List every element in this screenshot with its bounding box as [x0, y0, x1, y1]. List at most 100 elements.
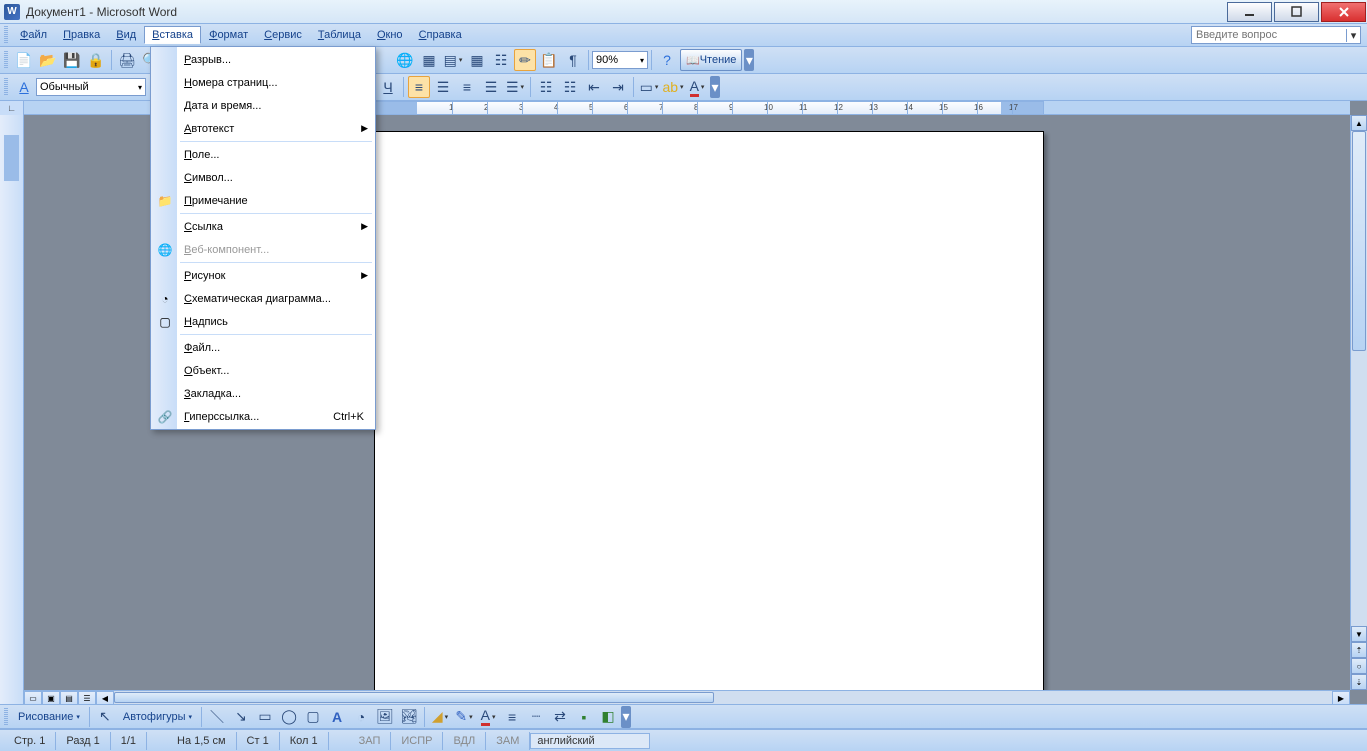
browse-object-icon[interactable]: ○ — [1351, 658, 1367, 674]
style-combo[interactable]: Обычный▾ — [36, 78, 146, 96]
rectangle-button[interactable]: ▭ — [254, 706, 276, 728]
toolbar-options-button[interactable]: ▾ — [744, 49, 754, 71]
insert-table-button[interactable]: ▤ — [442, 49, 464, 71]
maximize-button[interactable] — [1274, 2, 1319, 22]
minimize-button[interactable] — [1227, 2, 1272, 22]
menu-таблица[interactable]: Таблица — [310, 26, 369, 44]
menu-item-0[interactable]: Разрыв... — [152, 48, 374, 71]
line-color-button[interactable]: ✎ — [453, 706, 475, 728]
menu-вид[interactable]: Вид — [108, 26, 144, 44]
prev-page-icon[interactable]: ⇡ — [1351, 642, 1367, 658]
menu-item-1[interactable]: Номера страниц... — [152, 71, 374, 94]
drawing-toolbar-button[interactable]: ✏ — [514, 49, 536, 71]
excel-button[interactable]: ▦ — [466, 49, 488, 71]
align-right-button[interactable]: ≡ — [456, 76, 478, 98]
arrow-button[interactable]: ↘ — [230, 706, 252, 728]
align-center-button[interactable]: ☰ — [432, 76, 454, 98]
vertical-ruler[interactable] — [0, 115, 24, 704]
hyperlink-button[interactable]: 🌐 — [394, 49, 416, 71]
print-button[interactable]: 🖨 — [116, 49, 138, 71]
dropdown-icon[interactable]: ▾ — [1346, 29, 1360, 42]
menu-item-4[interactable]: Поле... — [152, 143, 374, 166]
help-button[interactable]: ? — [656, 49, 678, 71]
menu-item-12[interactable]: Файл... — [152, 336, 374, 359]
menu-item-7[interactable]: Ссылка▶ — [152, 215, 374, 238]
menu-item-13[interactable]: Объект... — [152, 359, 374, 382]
tab-selector[interactable]: ∟ — [0, 101, 24, 115]
menu-item-9[interactable]: Рисунок▶ — [152, 264, 374, 287]
menu-справка[interactable]: Справка — [411, 26, 470, 44]
normal-view-button[interactable]: ▭ — [24, 691, 42, 704]
menu-item-3[interactable]: Автотекст▶ — [152, 117, 374, 140]
borders-button[interactable]: ▭ — [638, 76, 660, 98]
menu-сервис[interactable]: Сервис — [256, 26, 310, 44]
menu-файл[interactable]: Файл — [12, 26, 55, 44]
reading-view-button[interactable]: ◀ — [96, 691, 114, 704]
toolbar-options-button[interactable]: ▾ — [710, 76, 720, 98]
menu-окно[interactable]: Окно — [369, 26, 411, 44]
grip-icon[interactable] — [4, 78, 8, 96]
menu-item-6[interactable]: 📁Примечание — [152, 189, 374, 212]
picture-button[interactable]: 🏞 — [398, 706, 420, 728]
tables-button[interactable]: ▦ — [418, 49, 440, 71]
document-page[interactable] — [374, 131, 1044, 690]
status-trk[interactable]: ИСПР — [391, 732, 443, 750]
print-view-button[interactable]: ▤ — [60, 691, 78, 704]
show-marks-button[interactable]: ¶ — [562, 49, 584, 71]
autoshapes-menu-button[interactable]: Автофигуры▾ — [117, 711, 198, 723]
bulleted-list-button[interactable]: ☷ — [559, 76, 581, 98]
dash-style-button[interactable]: ┈ — [525, 706, 547, 728]
menu-правка[interactable]: Правка — [55, 26, 108, 44]
menu-item-10[interactable]: ◔Схематическая диаграмма... — [152, 287, 374, 310]
zoom-combo[interactable]: 90%▾ — [592, 51, 648, 69]
scroll-down-icon[interactable]: ▼ — [1351, 626, 1367, 642]
hscroll-thumb[interactable] — [114, 692, 714, 703]
close-button[interactable] — [1321, 2, 1366, 22]
menu-item-15[interactable]: 🔗Гиперссылка...Ctrl+K — [152, 405, 374, 428]
web-view-button[interactable]: ▣ — [42, 691, 60, 704]
shadow-button[interactable]: ▪ — [573, 706, 595, 728]
align-left-button[interactable]: ≡ — [408, 76, 430, 98]
help-question-input[interactable] — [1192, 29, 1346, 41]
select-objects-button[interactable]: ↖ — [94, 706, 116, 728]
menu-item-5[interactable]: Символ... — [152, 166, 374, 189]
line-button[interactable]: ＼ — [206, 706, 228, 728]
wordart-button[interactable]: A — [326, 706, 348, 728]
menu-формат[interactable]: Формат — [201, 26, 256, 44]
permission-button[interactable]: 🔒 — [85, 49, 107, 71]
oval-button[interactable]: ◯ — [278, 706, 300, 728]
font-color-button[interactable]: A — [686, 76, 708, 98]
scroll-right-icon[interactable]: ▶ — [1332, 691, 1350, 704]
scroll-up-icon[interactable]: ▲ — [1351, 115, 1367, 131]
open-button[interactable]: 📂 — [37, 49, 59, 71]
fill-color-button[interactable]: ◢ — [429, 706, 451, 728]
outline-view-button[interactable]: ☰ — [78, 691, 96, 704]
menu-вставка[interactable]: Вставка — [144, 26, 201, 44]
horizontal-scrollbar[interactable]: ▭ ▣ ▤ ☰ ◀ ▶ — [24, 690, 1350, 704]
menu-item-2[interactable]: Дата и время... — [152, 94, 374, 117]
grip-icon[interactable] — [4, 51, 8, 69]
underline-button[interactable]: Ч — [377, 76, 399, 98]
justify-button[interactable]: ☰ — [480, 76, 502, 98]
reading-mode-button[interactable]: 📖 Чтение — [680, 49, 742, 71]
arrow-style-button[interactable]: ⇄ — [549, 706, 571, 728]
toolbar-options-button[interactable]: ▾ — [621, 706, 631, 728]
line-style-button[interactable]: ≡ — [501, 706, 523, 728]
drawing-menu-button[interactable]: Рисование▾ — [12, 711, 86, 723]
font-color-button[interactable]: A — [477, 706, 499, 728]
columns-button[interactable]: ☷ — [490, 49, 512, 71]
textbox-button[interactable]: ▢ — [302, 706, 324, 728]
3d-button[interactable]: ◧ — [597, 706, 619, 728]
status-ovr[interactable]: ЗАМ — [486, 732, 530, 750]
vertical-scrollbar[interactable]: ▲ ▼ ⇡ ○ ⇣ — [1350, 115, 1367, 690]
status-rec[interactable]: ЗАП — [349, 732, 392, 750]
status-language[interactable]: английский — [530, 733, 650, 749]
scroll-thumb[interactable] — [1352, 131, 1366, 351]
doc-map-button[interactable]: 📋 — [538, 49, 560, 71]
increase-indent-button[interactable]: ⇥ — [607, 76, 629, 98]
help-question-box[interactable]: ▾ — [1191, 26, 1361, 44]
line-spacing-button[interactable]: ☰ — [504, 76, 526, 98]
decrease-indent-button[interactable]: ⇤ — [583, 76, 605, 98]
menu-item-14[interactable]: Закладка... — [152, 382, 374, 405]
status-ext[interactable]: ВДЛ — [443, 732, 486, 750]
